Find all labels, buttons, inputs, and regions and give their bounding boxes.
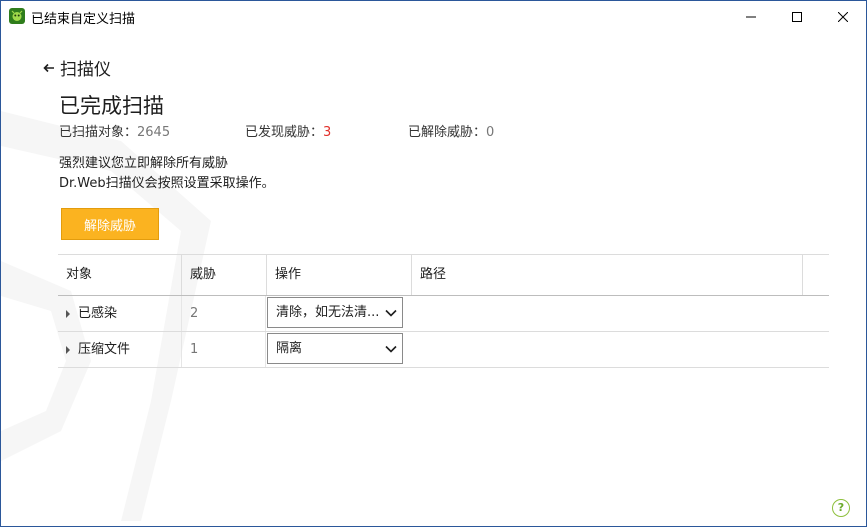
minimize-button[interactable] xyxy=(728,1,774,32)
recommendation-text: 强烈建议您立即解除所有威胁 xyxy=(59,156,229,171)
chevron-down-icon xyxy=(385,309,397,317)
app-window: 已结束自定义扫描 扫描仪 已完成扫描 已扫描对象：2645 已发现威胁：3 已解… xyxy=(0,0,867,527)
stat-value: 3 xyxy=(323,125,332,140)
settings-note-text: Dr.Web扫描仪会按照设置采取操作。 xyxy=(59,176,275,191)
table-row-archives[interactable]: 压缩文件 1 隔离 xyxy=(58,332,829,368)
row-name-cell[interactable]: 已感染 xyxy=(58,296,182,331)
maximize-button[interactable] xyxy=(774,1,820,32)
action-selected-value: 清除，如无法清... xyxy=(276,305,380,320)
row-name: 压缩文件 xyxy=(78,342,131,357)
stat-scanned: 已扫描对象：2645 xyxy=(59,121,170,140)
back-link[interactable]: 扫描仪 xyxy=(43,55,111,80)
action-select-archives[interactable]: 隔离 xyxy=(267,333,403,364)
minimize-icon xyxy=(746,16,756,17)
arrow-left-icon xyxy=(43,63,54,72)
maximize-icon xyxy=(792,11,802,22)
table-header: 对象 威胁 操作 路径 xyxy=(58,254,829,296)
expand-arrow-icon[interactable] xyxy=(66,345,70,354)
stat-threats-neutralized: 已解除威胁：0 xyxy=(408,121,494,140)
help-icon[interactable]: ? xyxy=(832,499,850,517)
column-header-object[interactable]: 对象 xyxy=(58,255,182,295)
row-threat-count: 2 xyxy=(182,296,266,331)
row-threat-count: 1 xyxy=(182,332,266,367)
neutralize-threats-button[interactable]: 解除威胁 xyxy=(61,208,159,240)
expand-arrow-icon[interactable] xyxy=(66,309,70,318)
stat-label: 已扫描对象： xyxy=(59,125,138,140)
table-row-infected[interactable]: 已感染 2 清除，如无法清... xyxy=(58,296,829,332)
stat-label: 已解除威胁： xyxy=(408,125,487,140)
column-header-threat[interactable]: 威胁 xyxy=(182,255,267,295)
threats-table: 对象 威胁 操作 路径 已感染 2 清除，如无法清... 压缩文件 1 隔离 xyxy=(58,254,829,368)
action-selected-value: 隔离 xyxy=(276,341,303,356)
close-button[interactable] xyxy=(820,1,866,32)
stat-label: 已发现威胁： xyxy=(245,125,324,140)
stat-threats-found: 已发现威胁：3 xyxy=(245,121,331,140)
column-header-path[interactable]: 路径 xyxy=(412,255,803,295)
window-title: 已结束自定义扫描 xyxy=(31,12,136,27)
stat-value: 2645 xyxy=(137,125,171,140)
title-bar: 已结束自定义扫描 xyxy=(1,1,866,32)
column-header-action[interactable]: 操作 xyxy=(267,255,412,295)
back-label: 扫描仪 xyxy=(60,60,111,80)
row-name-cell[interactable]: 压缩文件 xyxy=(58,332,182,367)
action-select-infected[interactable]: 清除，如无法清... xyxy=(267,297,403,328)
row-name: 已感染 xyxy=(78,306,118,321)
drweb-spider-icon xyxy=(9,8,25,24)
chevron-down-icon xyxy=(385,345,397,353)
stat-value: 0 xyxy=(486,125,495,140)
page-title: 已完成扫描 xyxy=(59,94,164,118)
close-icon xyxy=(838,11,848,22)
